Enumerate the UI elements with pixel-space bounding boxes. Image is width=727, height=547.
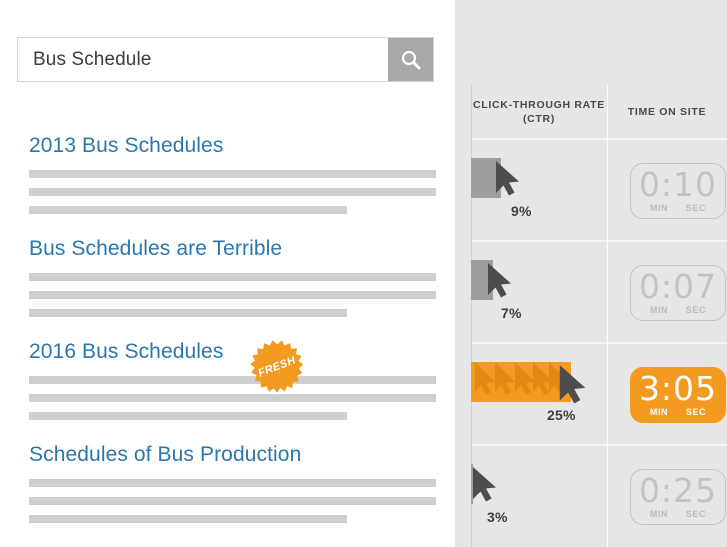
timer-units: MIN SEC xyxy=(631,407,725,417)
cell-ctr: 3% xyxy=(471,446,607,546)
result-title-link[interactable]: Schedules of Bus Production xyxy=(0,442,301,468)
snippet-line xyxy=(29,188,436,196)
timer-widget: 0:25 MIN SEC xyxy=(630,469,726,525)
snippet-line xyxy=(29,479,436,487)
screenshot-root: Bus Schedule 2013 Bus Schedules Bus Sche… xyxy=(0,0,727,547)
result-snippet xyxy=(0,170,455,214)
search-submit-button[interactable] xyxy=(388,38,433,81)
results-list: 2013 Bus Schedules Bus Schedules are Ter… xyxy=(0,133,455,523)
cursor-arrow-icon xyxy=(494,160,520,201)
cell-ctr: 9% xyxy=(471,140,607,240)
result-title-link[interactable]: Bus Schedules are Terrible xyxy=(0,236,282,262)
cell-time-on-site: 0:10 MIN SEC xyxy=(607,140,727,240)
search-icon xyxy=(400,49,422,71)
timer-widget: 0:10 MIN SEC xyxy=(630,163,726,219)
snippet-line xyxy=(29,309,347,317)
result-snippet xyxy=(0,273,455,317)
ctr-value: 25% xyxy=(547,407,576,423)
list-item[interactable]: Schedules of Bus Production xyxy=(0,442,455,523)
snippet-line xyxy=(29,273,436,281)
timer-widget: 0:07 MIN SEC xyxy=(630,265,726,321)
list-item[interactable]: 2013 Bus Schedules xyxy=(0,133,455,214)
result-title-link[interactable]: 2013 Bus Schedules xyxy=(0,133,223,159)
timer-value: 3:05 xyxy=(638,369,718,408)
ctr-value: 3% xyxy=(487,509,508,525)
list-item[interactable]: Bus Schedules are Terrible xyxy=(0,236,455,317)
table-row: 7% 0:07 MIN SEC xyxy=(471,240,727,342)
column-header-time-on-site: TIME ON SITE xyxy=(627,105,707,118)
table-row: 3% 0:25 MIN SEC xyxy=(471,444,727,546)
snippet-line xyxy=(29,497,436,505)
snippet-line xyxy=(29,515,347,523)
timer-units: MIN SEC xyxy=(631,509,725,519)
cell-time-on-site: 0:25 MIN SEC xyxy=(607,446,727,546)
table-header-row: CLICK-THROUGH RATE (CTR) TIME ON SITE xyxy=(471,85,727,138)
list-item[interactable]: 2016 Bus Schedules FRESH xyxy=(0,339,455,420)
search-results-panel: Bus Schedule 2013 Bus Schedules Bus Sche… xyxy=(0,0,455,547)
timer-min-label: MIN xyxy=(649,509,669,519)
timer-value: 0:07 xyxy=(638,267,718,306)
timer-sec-label: SEC xyxy=(685,305,707,315)
table-row-highlighted: 25% 3:05 MIN SEC xyxy=(471,342,727,444)
timer-widget-highlighted: 3:05 MIN SEC xyxy=(630,367,726,423)
timer-units: MIN SEC xyxy=(631,305,725,315)
snippet-line xyxy=(29,394,436,402)
ctr-value: 9% xyxy=(511,203,532,219)
cursor-arrow-icon xyxy=(557,364,587,409)
cell-ctr: 25% xyxy=(471,344,607,444)
timer-min-label: MIN xyxy=(649,305,669,315)
result-snippet xyxy=(0,479,455,523)
timer-sec-label: SEC xyxy=(685,407,707,417)
timer-units: MIN SEC xyxy=(631,203,725,213)
cursor-trail-pattern xyxy=(475,362,569,395)
cursor-arrow-icon xyxy=(471,466,497,507)
snippet-line xyxy=(29,412,347,420)
cell-ctr: 7% xyxy=(471,242,607,342)
cursor-arrow-icon xyxy=(486,262,512,303)
timer-min-label: MIN xyxy=(649,407,669,417)
metrics-panel: CLICK-THROUGH RATE (CTR) TIME ON SITE 9% xyxy=(455,0,727,547)
table-row: 9% 0:10 MIN SEC xyxy=(471,138,727,240)
snippet-line xyxy=(29,170,436,178)
search-input[interactable]: Bus Schedule xyxy=(18,38,388,81)
cell-time-on-site: 0:07 MIN SEC xyxy=(607,242,727,342)
snippet-line xyxy=(29,291,436,299)
timer-value: 0:25 xyxy=(638,471,718,510)
snippet-line xyxy=(29,376,436,384)
timer-sec-label: SEC xyxy=(685,203,707,213)
cell-time-on-site: 3:05 MIN SEC xyxy=(607,344,727,444)
snippet-line xyxy=(29,206,347,214)
result-title-link[interactable]: 2016 Bus Schedules xyxy=(0,339,223,365)
metrics-table: CLICK-THROUGH RATE (CTR) TIME ON SITE 9% xyxy=(471,85,727,547)
ctr-value: 7% xyxy=(501,305,522,321)
column-header-ctr: CLICK-THROUGH RATE (CTR) xyxy=(473,98,605,125)
timer-min-label: MIN xyxy=(649,203,669,213)
search-bar[interactable]: Bus Schedule xyxy=(17,37,434,82)
result-snippet xyxy=(0,376,455,420)
timer-sec-label: SEC xyxy=(685,509,707,519)
timer-value: 0:10 xyxy=(638,165,718,204)
